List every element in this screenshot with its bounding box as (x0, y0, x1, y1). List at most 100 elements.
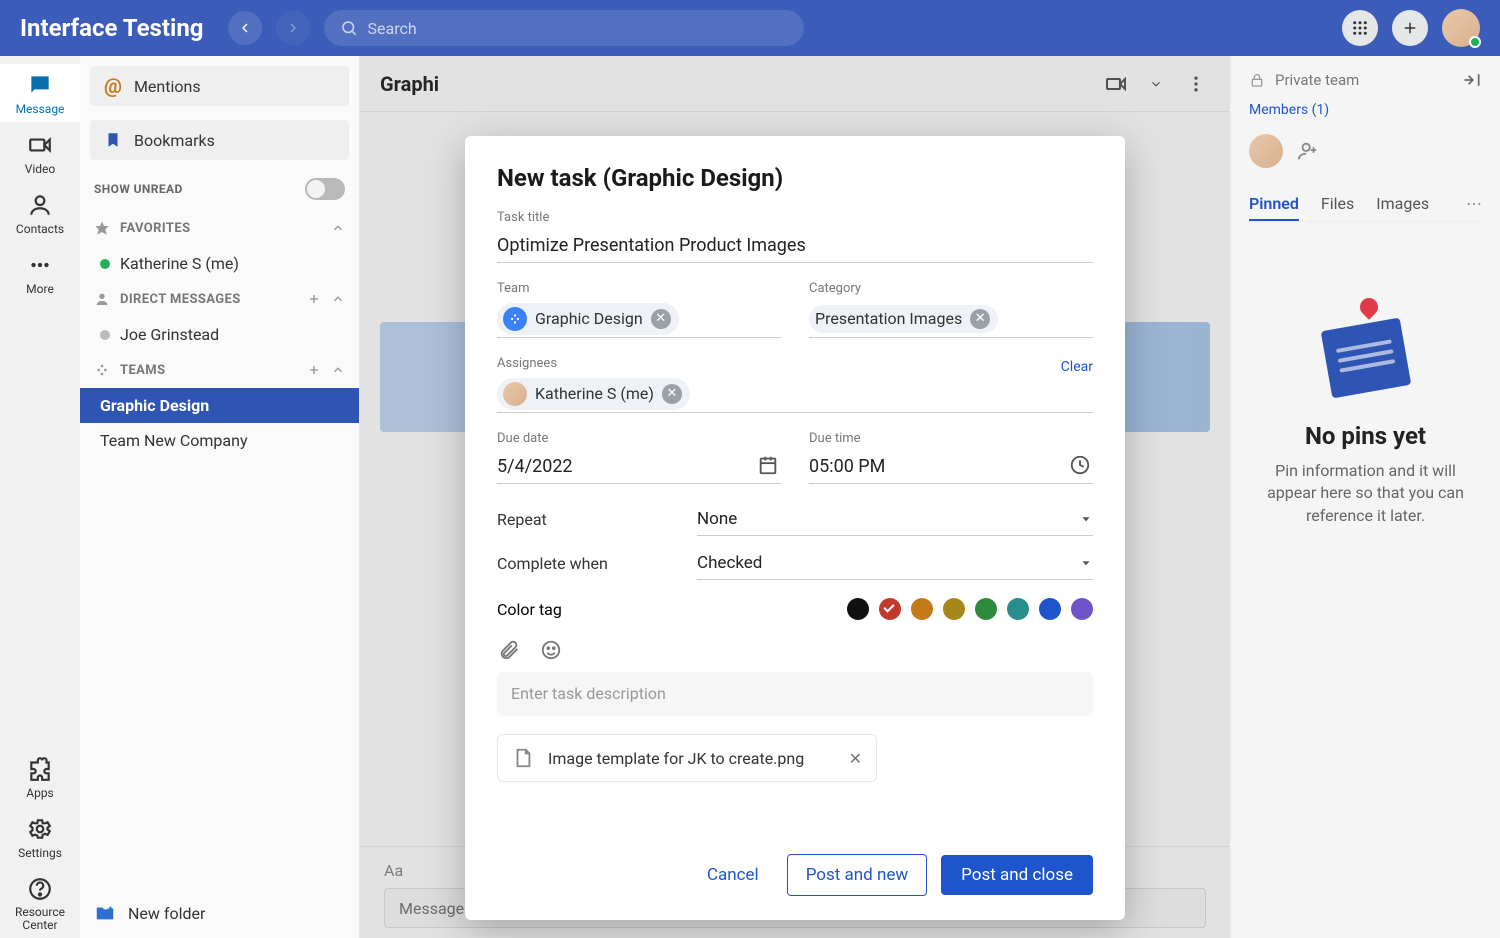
presence-indicator (1469, 36, 1481, 48)
show-unread-label: SHOW UNREAD (94, 182, 183, 196)
favorites-header[interactable]: FAVORITES (80, 210, 359, 246)
add-member-button[interactable] (1295, 138, 1321, 164)
rail-more[interactable]: More (0, 244, 80, 302)
rail-label: Apps (26, 786, 54, 800)
chevron-up-icon (331, 221, 345, 235)
dm-item[interactable]: Joe Grinstead (80, 317, 359, 352)
new-folder-button[interactable]: New folder (80, 888, 359, 938)
color-swatch[interactable] (1007, 598, 1029, 620)
favorite-item[interactable]: Katherine S (me) (80, 246, 359, 281)
rail-apps[interactable]: Apps (0, 748, 80, 806)
private-team-label: Private team (1275, 71, 1359, 89)
contacts-icon (27, 192, 53, 218)
remove-attachment-button[interactable]: ✕ (849, 749, 862, 768)
at-icon: @ (104, 74, 122, 98)
collapse-icon[interactable] (1462, 70, 1482, 90)
tabs-more-button[interactable]: ⋯ (1466, 188, 1482, 221)
rail-message[interactable]: Message (0, 64, 80, 122)
color-swatch[interactable] (1039, 598, 1061, 620)
clear-assignees-link[interactable]: Clear (1061, 359, 1093, 375)
teams-icon (94, 362, 110, 378)
tab-files[interactable]: Files (1321, 188, 1354, 221)
puzzle-icon (27, 756, 53, 782)
members-link[interactable]: Members (1) (1249, 102, 1482, 118)
due-time-input[interactable] (809, 450, 1093, 484)
teams-header[interactable]: TEAMS (80, 352, 359, 388)
team-chip-icon (503, 307, 527, 331)
tab-images[interactable]: Images (1376, 188, 1429, 221)
color-swatch[interactable] (1071, 598, 1093, 620)
category-chip-row[interactable]: Presentation Images ✕ (809, 300, 1093, 338)
complete-when-row: Complete when Checked (497, 546, 1093, 580)
plus-icon[interactable] (307, 363, 321, 377)
rail-contacts[interactable]: Contacts (0, 184, 80, 242)
dialpad-button[interactable] (1342, 10, 1378, 46)
chevron-up-icon (331, 292, 345, 306)
mentions-button[interactable]: @ Mentions (90, 66, 349, 106)
empty-description: Pin information and it will appear here … (1249, 460, 1482, 527)
presence-dot (100, 259, 110, 269)
remove-chip-button[interactable]: ✕ (651, 309, 671, 329)
calendar-icon[interactable] (757, 454, 779, 476)
attach-button[interactable] (497, 638, 521, 662)
color-swatch[interactable] (879, 598, 901, 620)
help-icon (27, 876, 53, 902)
assignees-chip-row[interactable]: Katherine S (me) ✕ (497, 375, 1093, 413)
tab-pinned[interactable]: Pinned (1249, 188, 1299, 221)
dm-header[interactable]: DIRECT MESSAGES (80, 281, 359, 317)
sidebar: @ Mentions Bookmarks SHOW UNREAD FAVORIT… (80, 56, 360, 938)
color-swatch[interactable] (975, 598, 997, 620)
member-avatar[interactable] (1249, 134, 1283, 168)
bookmarks-button[interactable]: Bookmarks (90, 120, 349, 160)
repeat-select[interactable]: None (697, 502, 1093, 536)
post-and-new-button[interactable]: Post and new (787, 854, 927, 896)
team-chip: Graphic Design ✕ (497, 303, 679, 335)
color-swatch[interactable] (911, 598, 933, 620)
show-unread-toggle[interactable] (305, 178, 345, 200)
task-description-input[interactable]: Enter task description (497, 672, 1093, 716)
topbar: Interface Testing (0, 0, 1500, 56)
paperclip-icon (498, 639, 520, 661)
color-swatch[interactable] (847, 598, 869, 620)
caret-down-icon (1079, 512, 1093, 526)
caret-down-icon (1079, 556, 1093, 570)
rail-label: Settings (18, 846, 62, 860)
task-title-input[interactable] (497, 229, 1093, 263)
rail-resource[interactable]: Resource Center (0, 868, 80, 938)
emoji-button[interactable] (539, 638, 563, 662)
complete-when-select[interactable]: Checked (697, 546, 1093, 580)
new-task-modal: New task (Graphic Design) Task title Tea… (465, 136, 1125, 920)
nav-back-button[interactable] (228, 11, 262, 45)
category-field: Category Presentation Images ✕ (809, 281, 1093, 338)
chevron-right-icon (285, 20, 301, 36)
right-panel: Private team Members (1) Pinned Files Im… (1230, 56, 1500, 938)
color-swatch[interactable] (943, 598, 965, 620)
team-item-graphic-design[interactable]: Graphic Design (80, 388, 359, 423)
search-box[interactable] (324, 10, 804, 46)
post-and-close-button[interactable]: Post and close (941, 855, 1093, 895)
new-button[interactable] (1392, 10, 1428, 46)
cancel-button[interactable]: Cancel (693, 855, 773, 895)
modal-overlay: New task (Graphic Design) Task title Tea… (360, 56, 1230, 938)
team-item-new-company[interactable]: Team New Company (80, 423, 359, 458)
remove-chip-button[interactable]: ✕ (970, 309, 990, 329)
team-chip-row[interactable]: Graphic Design ✕ (497, 300, 781, 338)
modal-actions: Cancel Post and new Post and close (497, 854, 1093, 896)
nav-forward-button[interactable] (276, 11, 310, 45)
more-icon (27, 252, 53, 278)
search-input[interactable] (368, 19, 788, 38)
rail-label: Message (16, 102, 65, 116)
clock-icon[interactable] (1069, 454, 1091, 476)
remove-chip-button[interactable]: ✕ (662, 384, 682, 404)
rail-settings[interactable]: Settings (0, 808, 80, 866)
rail-label: Resource Center (0, 906, 80, 932)
file-icon (512, 747, 534, 769)
rail-label: Contacts (16, 222, 64, 236)
plus-icon[interactable] (307, 292, 321, 306)
rail-video[interactable]: Video (0, 124, 80, 182)
repeat-row: Repeat None (497, 502, 1093, 536)
mentions-label: Mentions (134, 77, 201, 96)
profile-avatar[interactable] (1442, 9, 1480, 47)
content-area: Graphi Aa New task (Graphic Design) (360, 56, 1230, 938)
due-date-input[interactable] (497, 450, 781, 484)
